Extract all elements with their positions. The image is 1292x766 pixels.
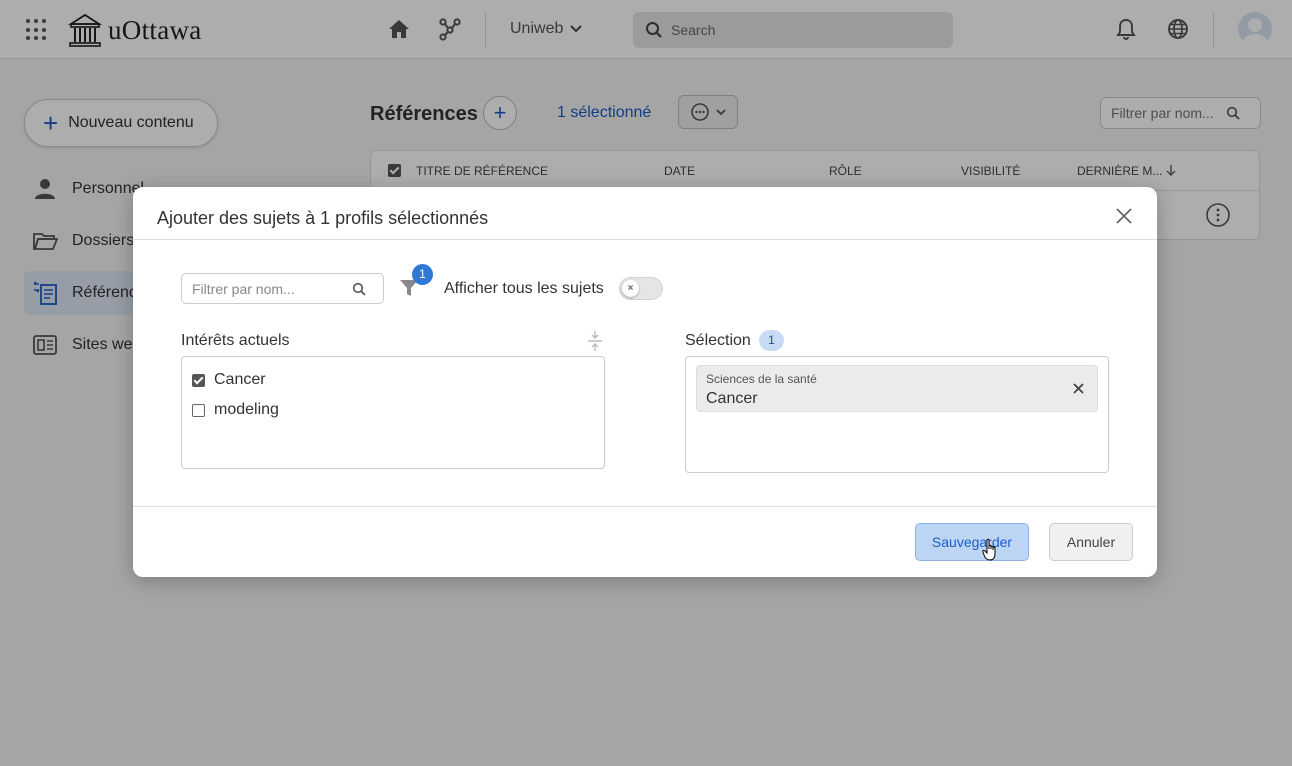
subject-filter-input[interactable]	[192, 280, 352, 297]
save-button[interactable]: Sauvegarder	[915, 523, 1029, 561]
collapse-icon[interactable]	[585, 330, 605, 352]
selection-box: Sciences de la santé Cancer	[685, 356, 1109, 473]
checkbox-checked[interactable]	[192, 373, 205, 387]
selection-count-badge: 1	[759, 330, 784, 351]
close-icon[interactable]	[1115, 207, 1133, 225]
remove-icon[interactable]	[1073, 383, 1084, 394]
interest-label: Cancer	[214, 371, 266, 388]
selected-subject-chip: Sciences de la santé Cancer	[696, 365, 1098, 412]
interest-label: modeling	[214, 401, 279, 418]
show-all-toggle[interactable]: ×	[619, 277, 663, 300]
cancel-button[interactable]: Annuler	[1049, 523, 1133, 561]
checkbox-unchecked[interactable]	[192, 403, 205, 417]
interest-item-modeling[interactable]: modeling	[192, 401, 279, 419]
subject-filter[interactable]	[181, 273, 384, 304]
search-icon	[352, 282, 366, 296]
dialog-title: Ajouter des sujets à 1 profils sélection…	[157, 208, 489, 228]
hand-cursor-icon	[982, 538, 996, 561]
current-interests-label: Intérêts actuels	[181, 332, 290, 349]
footer-divider	[133, 506, 1157, 507]
current-interests-list: Cancer modeling	[181, 356, 605, 469]
chip-category: Sciences de la santé	[706, 372, 817, 386]
add-subjects-dialog: Ajouter des sujets à 1 profils sélection…	[133, 187, 1157, 577]
show-all-label: Afficher tous les sujets	[444, 280, 604, 297]
selection-label: Sélection	[685, 332, 751, 349]
dialog-header: Ajouter des sujets à 1 profils sélection…	[133, 187, 1157, 240]
interest-item-cancer[interactable]: Cancer	[192, 371, 266, 389]
chip-value: Cancer	[706, 390, 758, 407]
toggle-off-icon: ×	[622, 280, 639, 297]
filter-count-badge: 1	[412, 264, 433, 285]
